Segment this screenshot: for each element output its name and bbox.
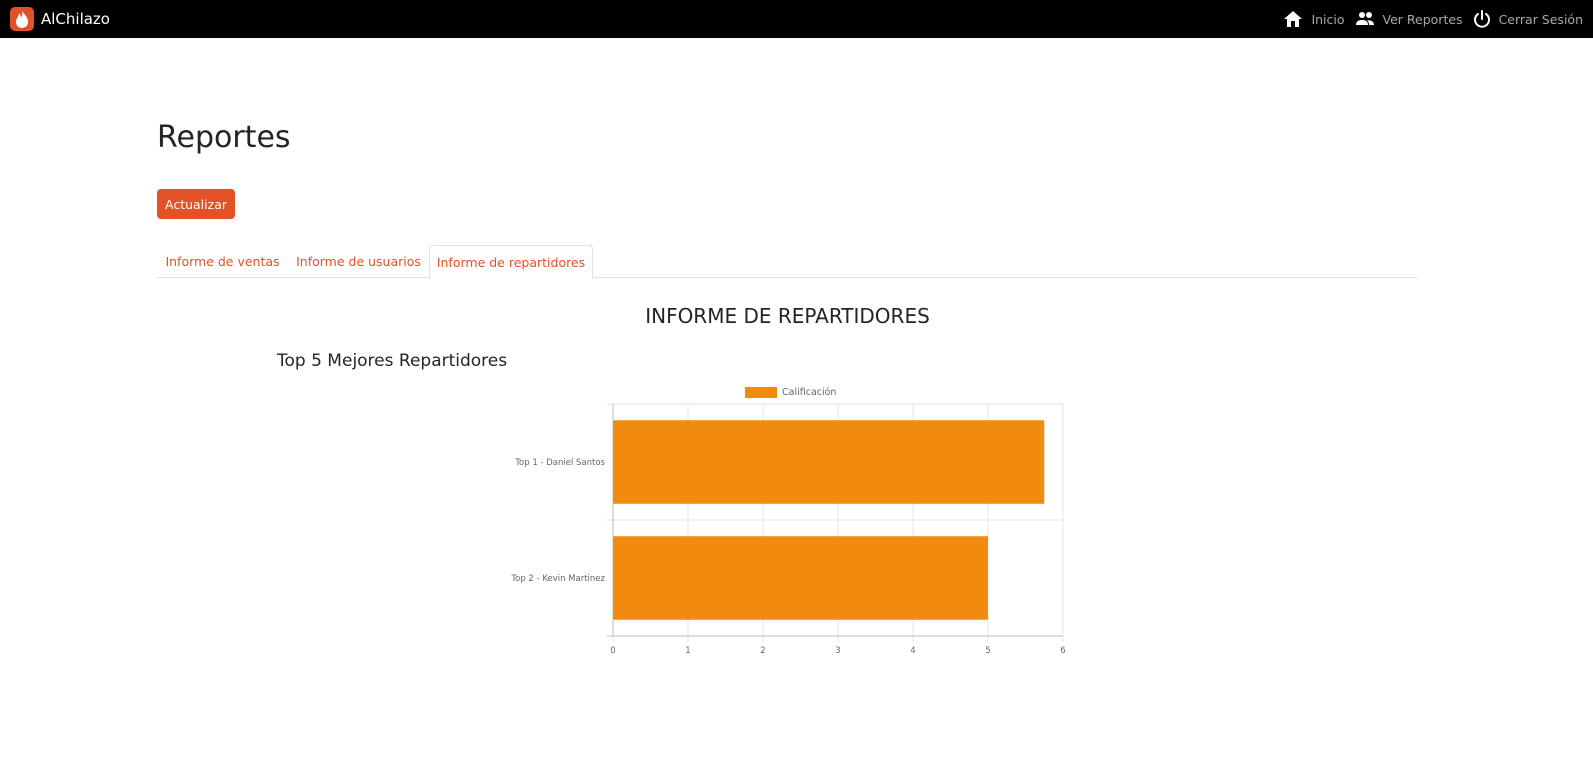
y-category-label: Top 1 - Daniel Santos [514, 458, 605, 468]
nav-link-label: Ver Reportes [1382, 11, 1463, 27]
legend-label: Calificación [782, 387, 836, 398]
x-tick-label: 2 [760, 646, 765, 656]
x-tick-label: 0 [610, 646, 615, 656]
page-title: Reportes [157, 120, 291, 155]
x-tick-label: 6 [1060, 646, 1065, 656]
nav-link-ver-reportes[interactable]: Ver Reportes [1355, 11, 1463, 27]
home-icon [1283, 10, 1303, 28]
people-icon [1355, 11, 1375, 27]
x-tick-label: 1 [685, 646, 690, 656]
report-tabs: Informe de ventas Informe de usuarios In… [157, 245, 1418, 279]
section-title: INFORME DE REPARTIDORES [645, 304, 930, 328]
flame-icon [10, 6, 34, 31]
tab-label: Informe de ventas [165, 254, 280, 269]
bar [613, 420, 1045, 504]
power-icon [1473, 10, 1491, 28]
tab-informe-ventas[interactable]: Informe de ventas [157, 245, 288, 278]
x-tick-label: 5 [985, 646, 990, 656]
tab-informe-usuarios[interactable]: Informe de usuarios [288, 245, 429, 278]
refresh-button[interactable]: Actualizar [157, 189, 235, 219]
ratings-bar-chart: Calificación 0 1 2 3 4 5 6 Top 1 - Daniel Santos… [510, 387, 1066, 656]
tab-label: Informe de repartidores [436, 254, 586, 270]
brand[interactable]: AlChilazo [10, 4, 110, 33]
chart-title: Top 5 Mejores Repartidores [277, 351, 508, 371]
tab-informe-repartidores[interactable]: Informe de repartidores [429, 245, 593, 279]
legend-swatch [745, 387, 777, 398]
nav-link-label: Inicio [1311, 11, 1345, 27]
nav-link-cerrar-sesion[interactable]: Cerrar Sesión [1473, 10, 1583, 28]
nav-link-label: Cerrar Sesión [1498, 11, 1583, 27]
brand-name: AlChilazo [41, 9, 110, 28]
nav-links: Inicio Ver Reportes Cerrar Sesión [1273, 0, 1583, 38]
x-tick-label: 4 [910, 646, 915, 656]
nav-link-inicio[interactable]: Inicio [1283, 10, 1345, 28]
navbar: AlChilazo Inicio Ver Reportes Cerrar Ses… [0, 0, 1593, 38]
bar [613, 536, 988, 620]
y-category-label: Top 2 - Kevin Martinez [510, 574, 605, 584]
x-tick-label: 3 [835, 646, 840, 656]
tab-label: Informe de usuarios [296, 254, 421, 269]
